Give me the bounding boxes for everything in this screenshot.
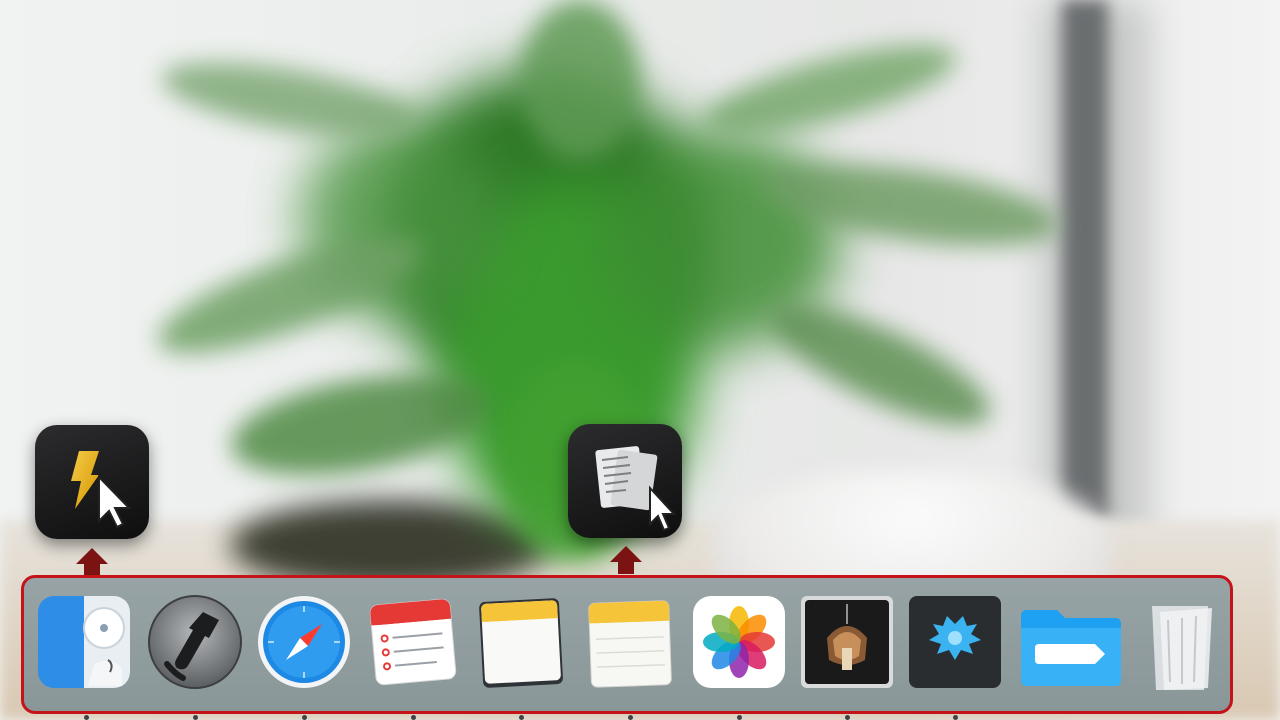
dock-item-reminders[interactable] — [365, 594, 461, 720]
compass-icon — [258, 596, 350, 688]
dock-item-folder[interactable] — [1017, 594, 1121, 690]
dock-item-photos[interactable] — [691, 594, 787, 720]
documents-app-icon[interactable] — [568, 424, 682, 538]
notes-icon — [479, 598, 563, 688]
arrow-stem — [618, 562, 634, 574]
ornament-icon — [909, 596, 1001, 688]
wrench-icon — [148, 595, 242, 689]
documents-icon — [595, 446, 677, 532]
artwork-icon — [801, 596, 893, 688]
dock-item-artwork-app[interactable] — [799, 594, 895, 720]
dock-item-system-tool[interactable] — [147, 594, 243, 720]
notes-icon — [588, 600, 672, 688]
reminders-icon — [369, 598, 457, 686]
dock-item-blue-ornament-app[interactable] — [907, 594, 1003, 720]
arrow-up-icon — [76, 548, 108, 564]
arrow-up-icon — [610, 546, 642, 562]
dock-item-notes[interactable] — [473, 594, 569, 720]
lightning-icon — [71, 451, 132, 529]
trash-icon — [1152, 606, 1212, 690]
dock-item-trash[interactable] — [1138, 594, 1234, 690]
dock-item-notes-2[interactable] — [582, 594, 678, 720]
folder-icon — [1021, 610, 1121, 686]
finder-icon — [38, 596, 130, 688]
dock-item-finder[interactable] — [38, 594, 134, 720]
dock-item-safari[interactable] — [256, 594, 352, 720]
dock — [21, 575, 1234, 720]
photos-icon — [693, 596, 785, 688]
shortcut-app-icon[interactable] — [35, 425, 149, 539]
